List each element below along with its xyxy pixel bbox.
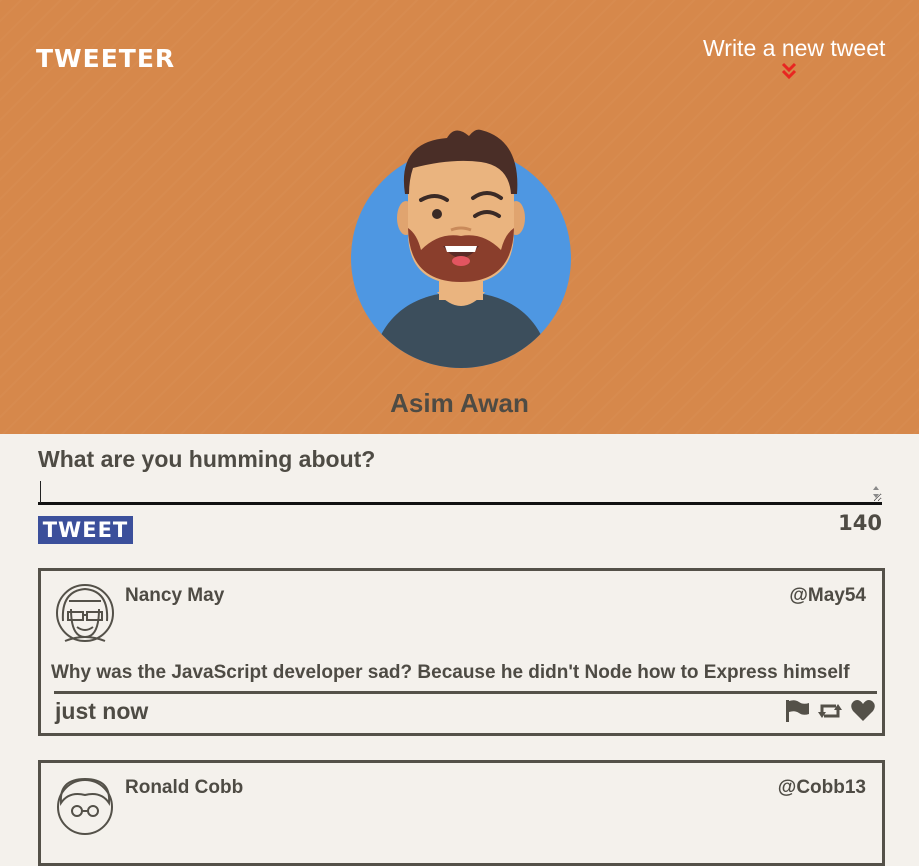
profile-avatar [351, 129, 571, 368]
retweet-icon[interactable] [817, 699, 843, 723]
tweet-author-name: Nancy May [125, 585, 225, 606]
user-avatar [56, 584, 114, 642]
tweet-text: Why was the JavaScript developer sad? Be… [51, 662, 850, 683]
double-chevron-down-icon[interactable] [780, 62, 798, 80]
tweet-actions [784, 698, 876, 724]
page-header: TWEETER Write a new tweet Asim Awan [0, 0, 919, 434]
character-counter: 140 [838, 511, 882, 535]
resize-spinner-icon[interactable] [871, 484, 881, 500]
tweet-divider [54, 691, 877, 694]
write-new-tweet-link[interactable]: Write a new tweet [703, 35, 885, 62]
tweet-author-handle: @Cobb13 [777, 777, 866, 798]
text-caret [40, 481, 41, 503]
tweet-author-handle: @May54 [789, 585, 866, 606]
tweet-card: Nancy May @May54 Why was the JavaScript … [38, 568, 885, 736]
tweet-timestamp: just now [55, 698, 149, 724]
brand-logo[interactable]: TWEETER [36, 44, 175, 73]
tweet-button[interactable]: TWEET [38, 516, 133, 544]
profile-name: Asim Awan [390, 388, 529, 418]
tweet-author-name: Ronald Cobb [125, 777, 244, 798]
user-avatar [57, 777, 113, 835]
compose-title: What are you humming about? [38, 446, 376, 472]
tweet-card: Ronald Cobb @Cobb13 [38, 760, 885, 866]
tweet-textarea[interactable] [38, 479, 882, 505]
flag-icon[interactable] [784, 699, 810, 723]
heart-icon[interactable] [850, 699, 876, 723]
